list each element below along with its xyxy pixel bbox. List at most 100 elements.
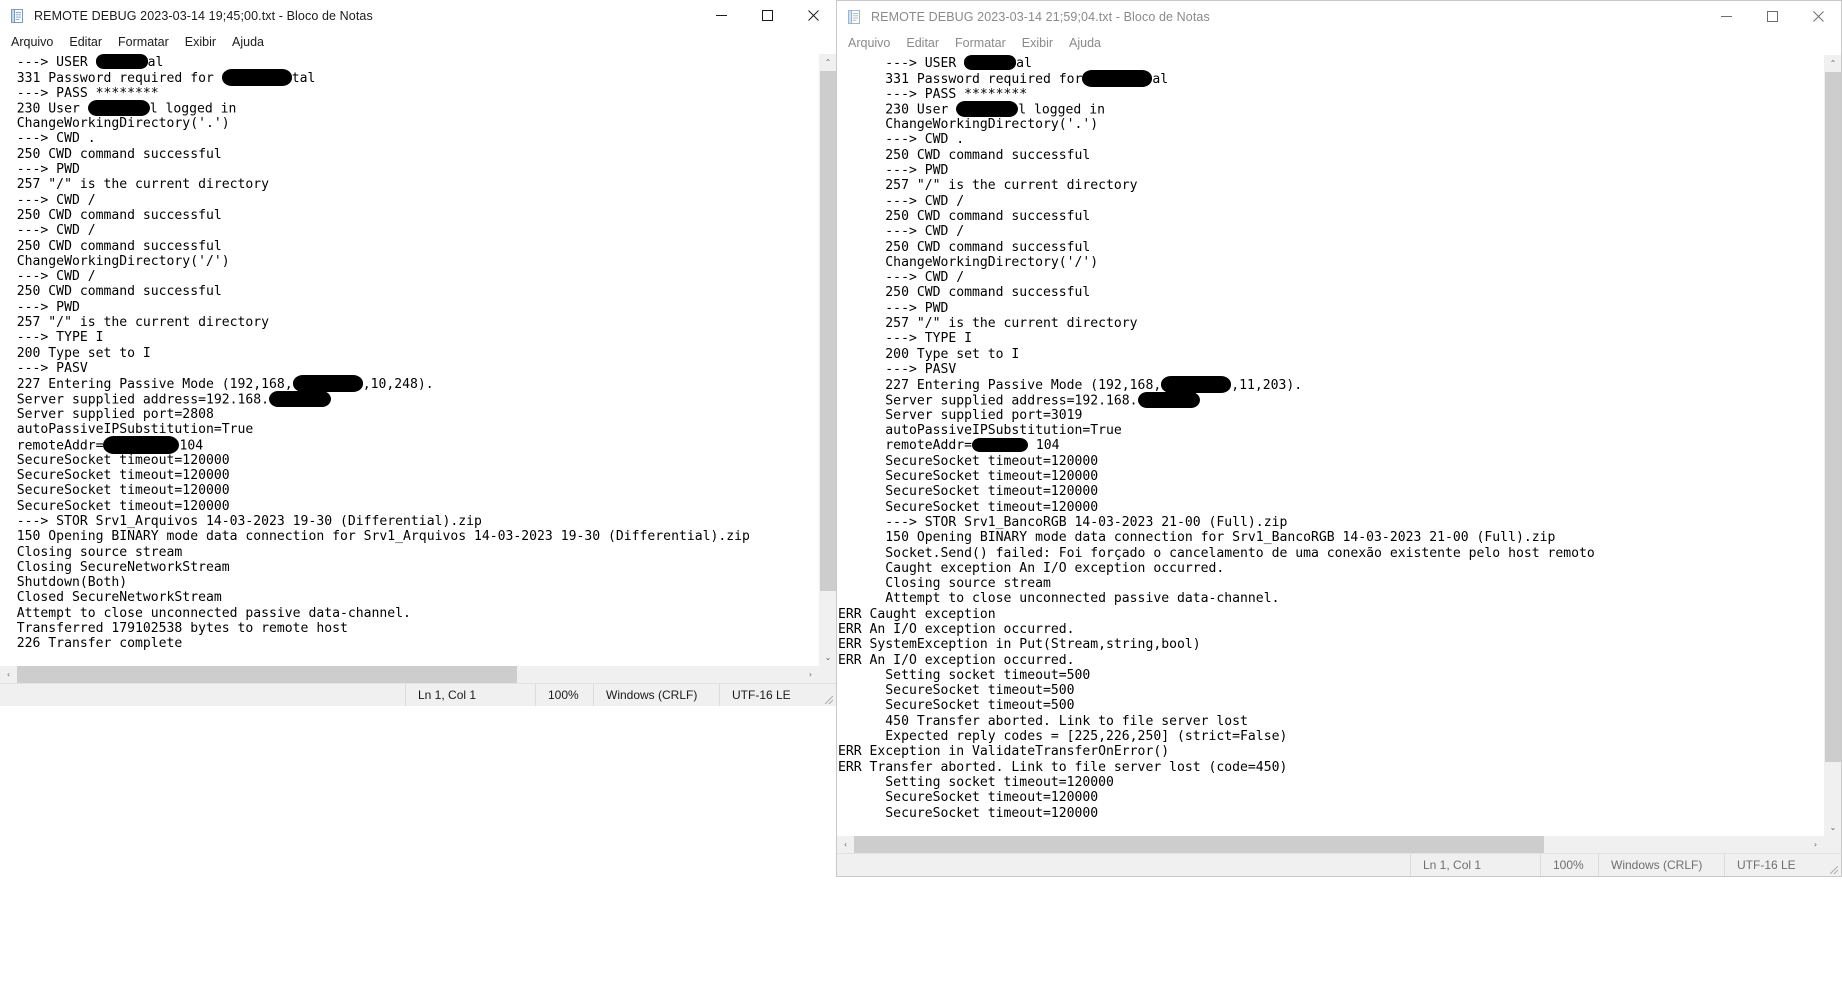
- log-line: 200 Type set to I: [838, 347, 1824, 362]
- log-line: ---> CWD /: [838, 194, 1824, 209]
- vertical-scroll-thumb-right[interactable]: [1825, 72, 1841, 762]
- log-line: ---> CWD .: [838, 132, 1824, 147]
- log-line-text: ---> USER: [838, 56, 965, 71]
- log-line: ---> PWD: [1, 162, 819, 177]
- log-line-text: SecureSocket timeout=500: [838, 698, 1075, 714]
- window-title-right: REMOTE DEBUG 2023-03-14 21;59;04.txt - B…: [871, 9, 1210, 24]
- log-line: Setting socket timeout=120000: [838, 775, 1824, 790]
- log-line-text: ERR Caught exception: [838, 606, 996, 622]
- minimize-button-left[interactable]: [698, 0, 744, 31]
- log-line-text: ChangeWorkingDirectory('.'): [1, 116, 230, 132]
- status-encoding-right: UTF-16 LE: [1724, 853, 1824, 876]
- log-line: ---> PASS ********: [1, 86, 819, 101]
- log-line: Closing source stream: [838, 576, 1824, 591]
- vertical-scrollbar-right[interactable]: ⌃ ⌄: [1824, 55, 1841, 836]
- log-line: ---> STOR Srv1_Arquivos 14-03-2023 19-30…: [1, 514, 819, 529]
- log-line-text: 331 Password required for: [838, 72, 1083, 88]
- log-line: SecureSocket timeout=120000: [838, 469, 1824, 484]
- menubar-right[interactable]: Arquivo Editar Formatar Exibir Ajuda: [837, 32, 1841, 54]
- log-line-text: ---> TYPE I: [1, 330, 104, 346]
- horizontal-scroll-track-right[interactable]: [854, 836, 1807, 853]
- log-line: Server supplied port=2808: [1, 407, 819, 422]
- log-line: Attempt to close unconnected passive dat…: [838, 591, 1824, 606]
- log-line: 226 Transfer complete: [1, 636, 819, 651]
- log-line-text: ---> TYPE I: [838, 331, 973, 347]
- minimize-button-right[interactable]: [1703, 1, 1749, 32]
- vertical-scroll-track-right[interactable]: [1825, 72, 1841, 819]
- menu-exibir-left[interactable]: Exibir: [177, 33, 224, 52]
- status-line-ending-right: Windows (CRLF): [1598, 853, 1724, 876]
- log-line-text: 227 Entering Passive Mode (192,168,: [838, 378, 1162, 394]
- horizontal-scroll-thumb-left[interactable]: [17, 666, 517, 683]
- log-line-text: l logged in: [149, 101, 237, 117]
- vertical-scroll-track-left[interactable]: [820, 71, 836, 649]
- log-line: Server supplied port=3019: [838, 408, 1824, 423]
- horizontal-scrollbar-left[interactable]: ‹ ›: [0, 666, 836, 683]
- close-button-left[interactable]: [790, 0, 836, 31]
- maximize-button-right[interactable]: [1749, 1, 1795, 32]
- log-line: ---> TYPE I: [838, 331, 1824, 346]
- close-button-right[interactable]: [1795, 1, 1841, 32]
- maximize-button-left[interactable]: [744, 0, 790, 31]
- text-content-left[interactable]: ---> USER al 331 Password required for t…: [0, 54, 819, 666]
- horizontal-scroll-track-left[interactable]: [17, 666, 802, 683]
- horizontal-scrollbar-right[interactable]: ‹ ›: [837, 836, 1841, 853]
- log-line-text: ---> PASS ********: [1, 85, 159, 101]
- scroll-right-arrow-right[interactable]: ›: [1807, 836, 1824, 853]
- redaction-block: [972, 437, 1029, 452]
- scroll-left-arrow-left[interactable]: ‹: [0, 666, 17, 683]
- menu-exibir-right[interactable]: Exibir: [1014, 34, 1061, 53]
- log-line: ChangeWorkingDirectory('/'): [838, 255, 1824, 270]
- log-line: 227 Entering Passive Mode (192,168, ,11,2…: [838, 376, 1824, 394]
- titlebar-left[interactable]: REMOTE DEBUG 2023-03-14 19;45;00.txt - B…: [0, 0, 836, 31]
- log-line: ERR Caught exception: [838, 607, 1824, 622]
- maximize-icon: [761, 10, 773, 21]
- log-line: 250 CWD command successful: [838, 209, 1824, 224]
- maximize-icon: [1766, 11, 1778, 22]
- scroll-up-arrow-left[interactable]: ⌃: [820, 54, 836, 71]
- log-line-text: remoteAddr=: [838, 438, 973, 454]
- log-line: Closing SecureNetworkStream: [1, 560, 819, 575]
- menubar-left[interactable]: Arquivo Editar Formatar Exibir Ajuda: [0, 31, 836, 53]
- menu-editar-left[interactable]: Editar: [61, 33, 110, 52]
- redaction-block: [956, 100, 1019, 117]
- menu-arquivo-left[interactable]: Arquivo: [3, 33, 61, 52]
- status-line-ending-left: Windows (CRLF): [593, 683, 719, 706]
- menu-ajuda-left[interactable]: Ajuda: [224, 33, 272, 52]
- horizontal-scroll-thumb-right[interactable]: [854, 836, 1544, 853]
- log-line: ---> PWD: [838, 301, 1824, 316]
- vertical-scroll-thumb-left[interactable]: [820, 71, 836, 591]
- log-line-text: 250 CWD command successful: [838, 208, 1091, 224]
- scroll-down-arrow-right[interactable]: ⌄: [1825, 819, 1841, 836]
- notepad-window-right[interactable]: REMOTE DEBUG 2023-03-14 21;59;04.txt - B…: [836, 0, 1842, 877]
- menu-formatar-right[interactable]: Formatar: [947, 34, 1014, 53]
- log-line: 200 Type set to I: [1, 346, 819, 361]
- scroll-left-arrow-right[interactable]: ‹: [837, 836, 854, 853]
- redaction-block: [1137, 391, 1200, 408]
- text-content-right[interactable]: ---> USER al 331 Password required for al…: [837, 55, 1824, 836]
- notepad-window-left[interactable]: REMOTE DEBUG 2023-03-14 19;45;00.txt - B…: [0, 0, 836, 706]
- log-line: Attempt to close unconnected passive dat…: [1, 606, 819, 621]
- resize-grip-left[interactable]: [819, 684, 836, 707]
- editor-area-left[interactable]: ---> USER al 331 Password required for t…: [0, 53, 836, 666]
- log-line: ChangeWorkingDirectory('.'): [838, 117, 1824, 132]
- log-line: ERR SystemException in Put(Stream,string…: [838, 637, 1824, 652]
- log-line-text: 226 Transfer complete: [1, 636, 183, 652]
- log-line: 250 CWD command successful: [1, 284, 819, 299]
- menu-formatar-left[interactable]: Formatar: [110, 33, 177, 52]
- scroll-right-arrow-left[interactable]: ›: [802, 666, 819, 683]
- titlebar-right[interactable]: REMOTE DEBUG 2023-03-14 21;59;04.txt - B…: [837, 1, 1841, 32]
- vertical-scrollbar-left[interactable]: ⌃ ⌄: [819, 54, 836, 666]
- menu-ajuda-right[interactable]: Ajuda: [1061, 34, 1109, 53]
- log-line-text: ---> PASV: [838, 361, 957, 377]
- scroll-up-arrow-right[interactable]: ⌃: [1825, 55, 1841, 72]
- resize-grip-right[interactable]: [1824, 854, 1841, 877]
- log-line: Server supplied address=192.168.: [838, 391, 1824, 408]
- log-line-text: 257 "/" is the current directory: [838, 178, 1138, 194]
- log-line: ---> PASS ********: [838, 87, 1824, 102]
- scroll-down-arrow-left[interactable]: ⌄: [820, 649, 836, 666]
- status-zoom-left: 100%: [535, 683, 593, 706]
- menu-arquivo-right[interactable]: Arquivo: [840, 34, 898, 53]
- editor-area-right[interactable]: ---> USER al 331 Password required for al…: [837, 54, 1841, 836]
- menu-editar-right[interactable]: Editar: [898, 34, 947, 53]
